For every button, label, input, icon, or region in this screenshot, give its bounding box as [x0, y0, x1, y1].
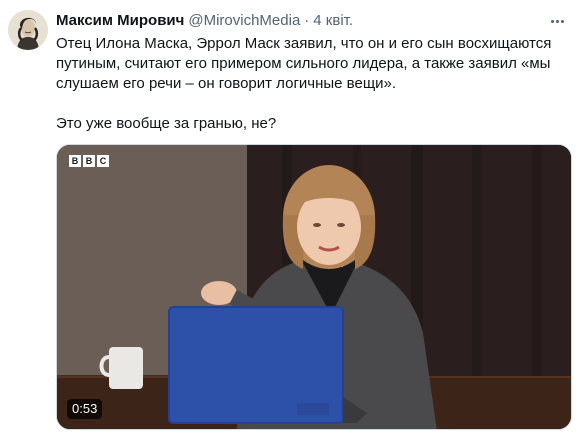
separator-dot: · [304, 12, 310, 29]
logo-letter: C [97, 155, 109, 167]
post-date[interactable]: 4 квіт. [313, 11, 353, 31]
video-thumbnail [57, 145, 571, 429]
tweet-text: Отец Илона Маска, Эррол Маск заявил, что… [56, 34, 556, 134]
bbc-logo: B B C [69, 155, 109, 167]
avatar-portrait-icon [8, 10, 48, 50]
tweet-line: Отец Илона Маска, Эррол Маск заявил, что… [56, 35, 552, 52]
tweet-card[interactable]: Максим Мирович @MirovichMedia · 4 квіт. … [0, 0, 580, 436]
avatar[interactable] [8, 10, 48, 50]
tweet-line: слушаем его речи – он говорит логичные в… [56, 75, 397, 92]
author-name[interactable]: Максим Мирович [56, 11, 184, 31]
tweet-line: путиным, считают его примером сильного л… [56, 55, 551, 72]
more-options-button[interactable] [546, 12, 568, 30]
logo-letter: B [69, 155, 81, 167]
video-player[interactable]: B B C 0:53 [56, 144, 572, 430]
tweet-header: Максим Мирович @MirovichMedia · 4 квіт. [56, 11, 546, 31]
logo-letter: B [83, 155, 95, 167]
more-horizontal-icon [550, 19, 554, 23]
tweet-line: Это уже вообще за гранью, не? [56, 115, 277, 132]
video-duration-badge: 0:53 [67, 399, 103, 419]
author-handle[interactable]: @MirovichMedia [188, 11, 300, 31]
